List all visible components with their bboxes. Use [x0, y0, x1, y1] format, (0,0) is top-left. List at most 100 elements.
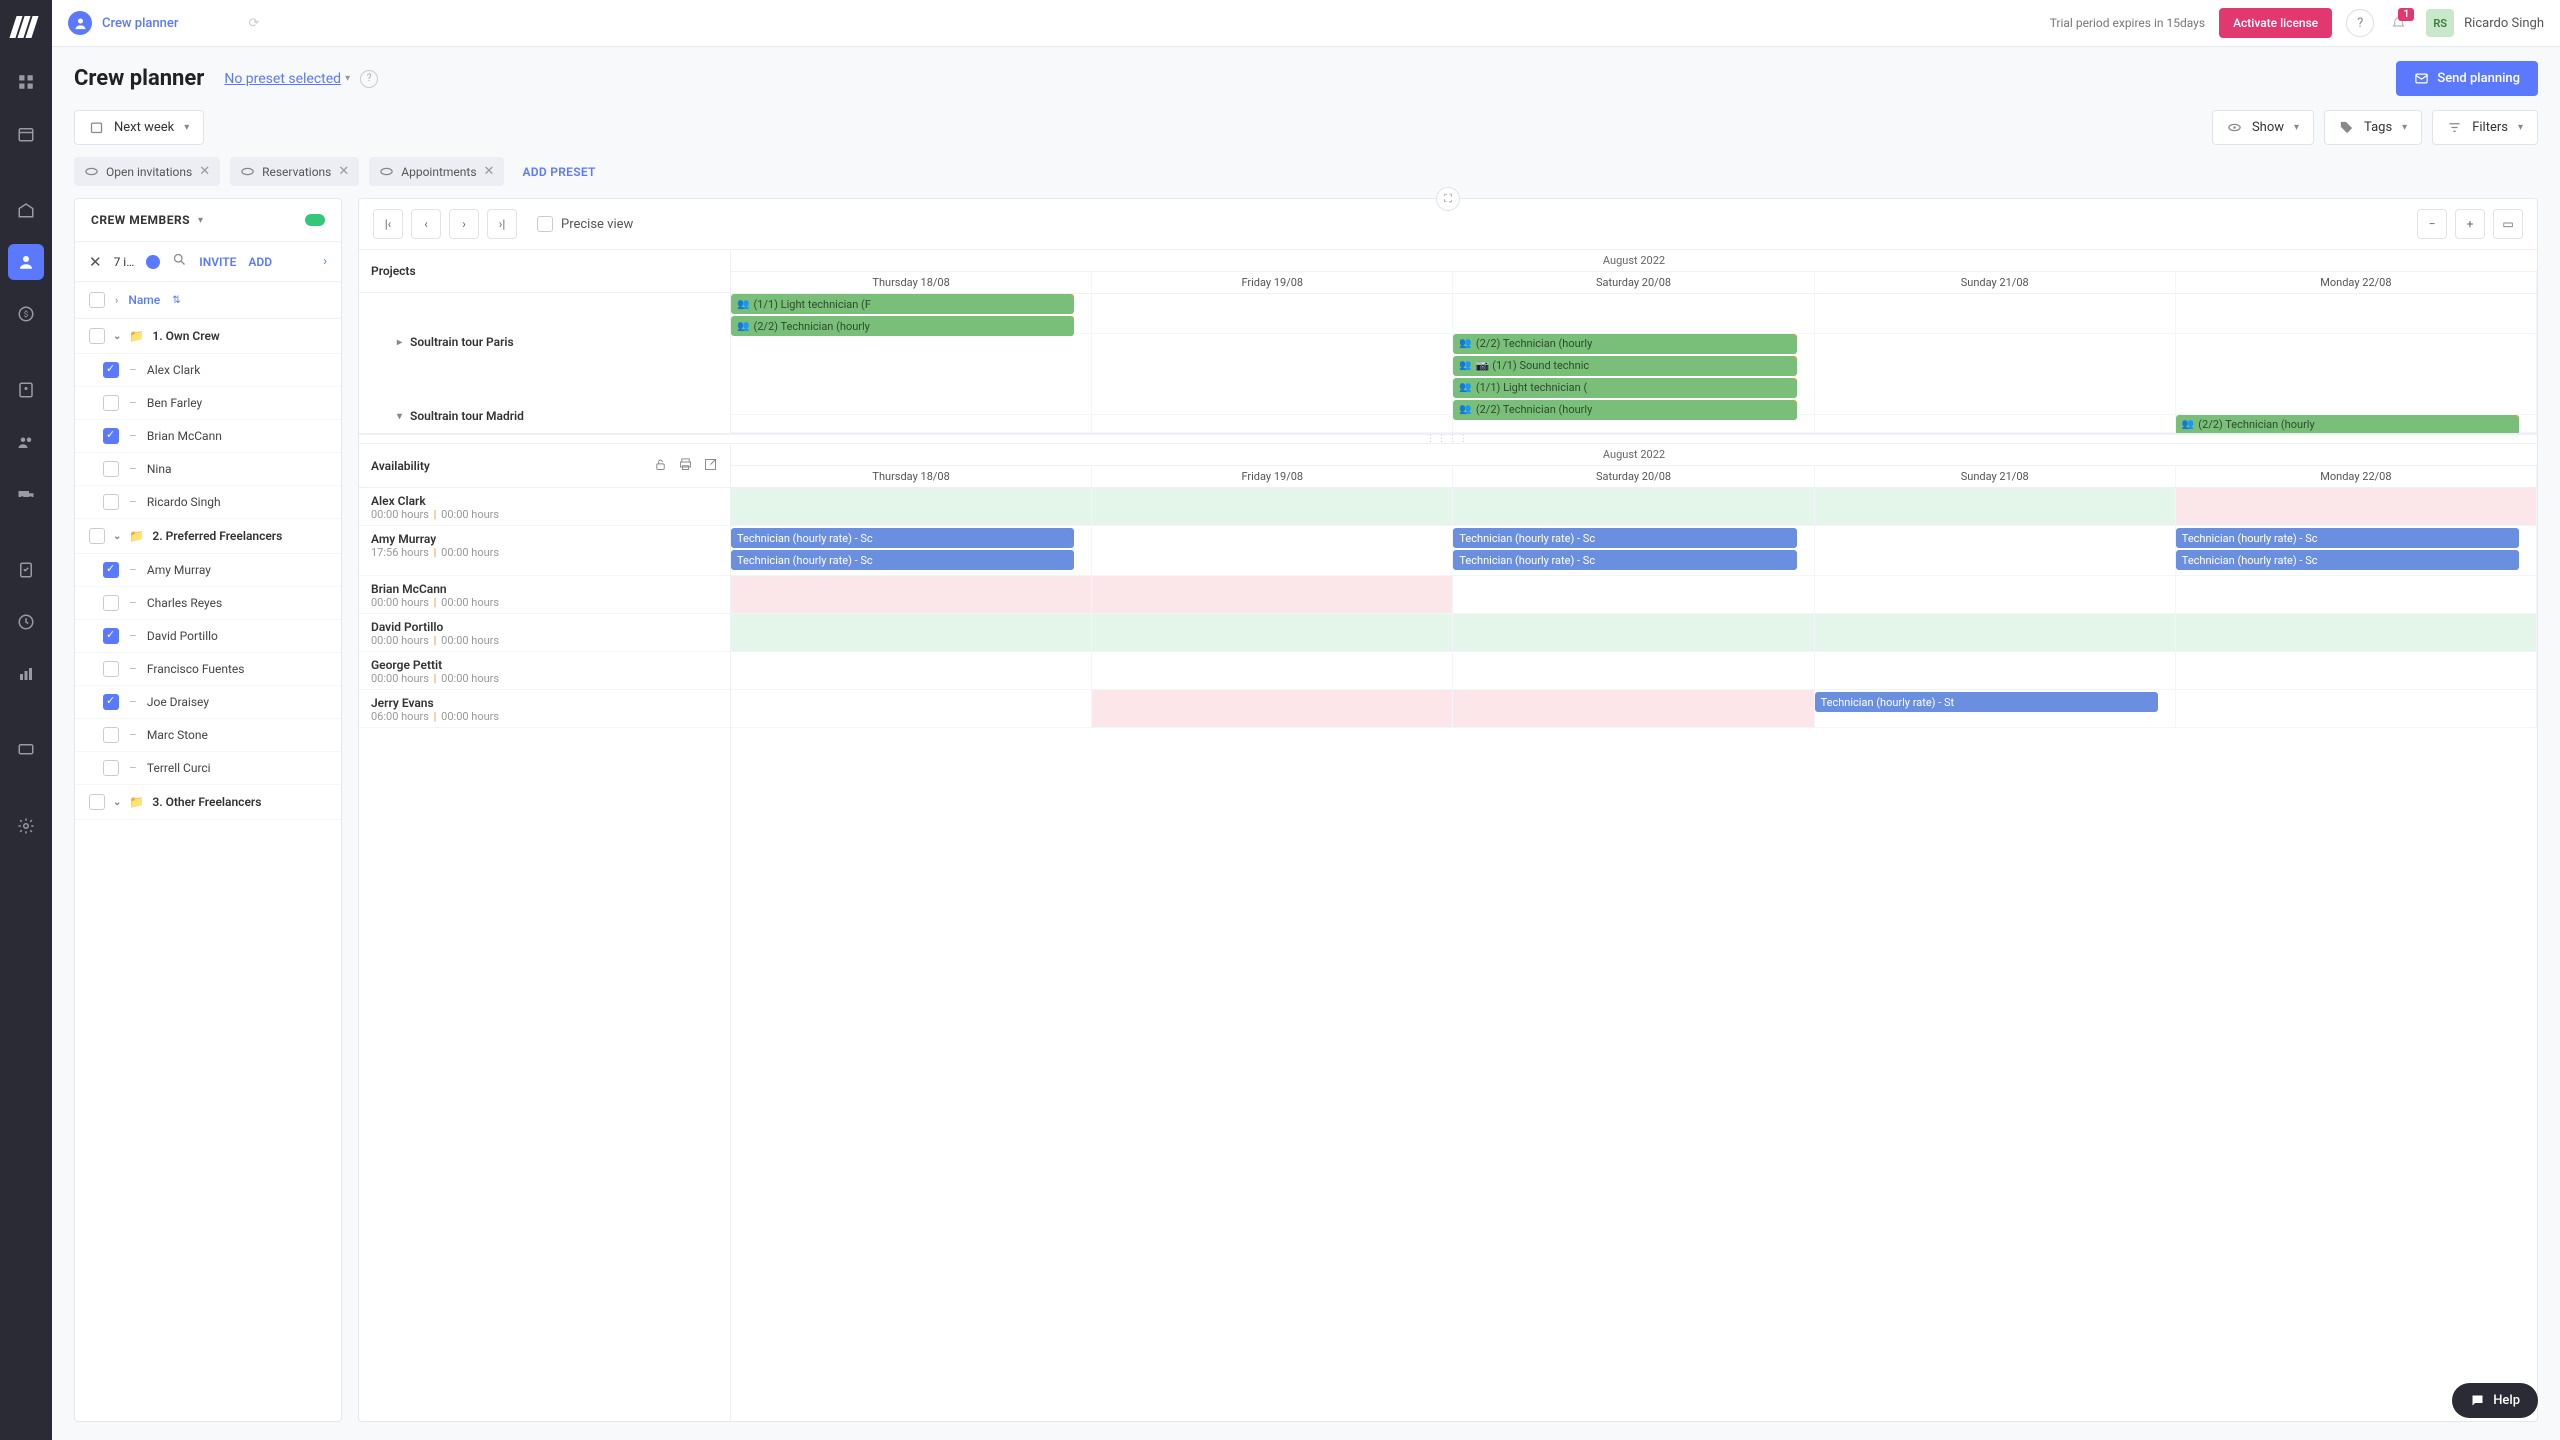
- precise-view-toggle[interactable]: Precise view: [537, 216, 633, 232]
- show-dropdown[interactable]: Show ▾: [2212, 110, 2314, 145]
- nav-finance-icon[interactable]: $: [8, 296, 44, 332]
- project-row[interactable]: ▾Soultrain tour Madrid: [359, 399, 730, 433]
- select-all-checkbox[interactable]: [89, 292, 105, 308]
- open-icon[interactable]: [703, 457, 718, 475]
- nav-contacts-icon[interactable]: [8, 372, 44, 408]
- collapse-icon[interactable]: ⌄: [113, 531, 121, 542]
- chip-reservations[interactable]: Reservations✕: [230, 157, 359, 186]
- crew-group[interactable]: ⌄📁2. Preferred Freelancers: [75, 519, 341, 554]
- availability-task[interactable]: Technician (hourly rate) - Sc: [2176, 550, 2519, 570]
- project-task[interactable]: 👥(1/1) Light technician (F: [731, 294, 1074, 314]
- member-checkbox[interactable]: [103, 395, 119, 411]
- print-icon[interactable]: [678, 457, 693, 475]
- project-task[interactable]: 👥(1/1) Light technician (: [1453, 378, 1796, 398]
- project-row[interactable]: ▸Soultrain tour Paris: [359, 325, 730, 359]
- nav-calendar-icon[interactable]: [8, 116, 44, 152]
- member-checkbox[interactable]: [103, 727, 119, 743]
- add-button[interactable]: ADD: [248, 255, 272, 269]
- member-checkbox[interactable]: [103, 595, 119, 611]
- fullscreen-button[interactable]: ⛶: [1436, 187, 1460, 211]
- nav-prev-button[interactable]: ‹: [411, 209, 441, 239]
- availability-task[interactable]: Technician (hourly rate) - Sc: [731, 550, 1074, 570]
- crew-member-row[interactable]: –Ben Farley: [75, 387, 341, 420]
- member-checkbox[interactable]: [103, 760, 119, 776]
- collapse-icon[interactable]: ⌄: [113, 331, 121, 342]
- nav-dashboard-icon[interactable]: [8, 64, 44, 100]
- chevron-right-icon[interactable]: ›: [323, 254, 327, 269]
- crew-member-row[interactable]: –Francisco Fuentes: [75, 653, 341, 686]
- member-checkbox[interactable]: [103, 461, 119, 477]
- search-icon[interactable]: [172, 252, 187, 271]
- project-task[interactable]: 👥(2/2) Technician (hourly: [1453, 334, 1796, 354]
- availability-task[interactable]: Technician (hourly rate) - Sc: [1453, 528, 1796, 548]
- collapse-icon[interactable]: ⌄: [113, 797, 121, 808]
- availability-task[interactable]: Technician (hourly rate) - Sc: [731, 528, 1074, 548]
- preset-help-icon[interactable]: ?: [360, 70, 378, 88]
- crew-member-row[interactable]: –Charles Reyes: [75, 587, 341, 620]
- close-icon[interactable]: ✕: [484, 164, 495, 179]
- availability-task[interactable]: Technician (hourly rate) - St: [1815, 692, 2158, 712]
- crew-group[interactable]: ⌄📁3. Other Freelancers: [75, 785, 341, 820]
- nav-crew-icon[interactable]: [8, 244, 44, 280]
- caret-down-icon[interactable]: ▾: [198, 215, 203, 226]
- help-icon[interactable]: ?: [2346, 9, 2374, 37]
- nav-settings-icon[interactable]: [8, 808, 44, 844]
- member-checkbox[interactable]: [103, 362, 119, 378]
- nav-reports-icon[interactable]: [8, 656, 44, 692]
- nav-warehouse-icon[interactable]: [8, 192, 44, 228]
- nav-people-icon[interactable]: [8, 424, 44, 460]
- crew-member-row[interactable]: –Alex Clark: [75, 354, 341, 387]
- project-task[interactable]: 👥(2/2) Technician (hourly: [2176, 415, 2519, 433]
- notifications-button[interactable]: 1: [2380, 16, 2416, 31]
- nav-first-button[interactable]: |‹: [373, 209, 403, 239]
- resize-handle[interactable]: ⋮⋮⋮⋮: [359, 434, 2537, 444]
- crew-member-row[interactable]: –Joe Draisey: [75, 686, 341, 719]
- group-checkbox[interactable]: [89, 528, 105, 544]
- precise-view-checkbox[interactable]: [537, 216, 553, 232]
- member-checkbox[interactable]: [103, 562, 119, 578]
- lock-icon[interactable]: [653, 457, 668, 475]
- zoom-fit-button[interactable]: ▭: [2493, 209, 2523, 239]
- crew-group[interactable]: ⌄📁1. Own Crew: [75, 319, 341, 354]
- user-avatar[interactable]: RS: [2426, 9, 2454, 37]
- clear-selection-button[interactable]: ✕: [89, 253, 102, 271]
- chip-appointments[interactable]: Appointments✕: [369, 157, 504, 186]
- tags-dropdown[interactable]: Tags ▾: [2324, 110, 2422, 145]
- chip-open-invitations[interactable]: Open invitations✕: [74, 157, 220, 186]
- help-fab[interactable]: Help: [2452, 1383, 2538, 1418]
- expand-icon[interactable]: ›: [115, 294, 118, 307]
- preset-selector[interactable]: No preset selected: [224, 71, 341, 87]
- member-checkbox[interactable]: [103, 628, 119, 644]
- nav-time-icon[interactable]: [8, 604, 44, 640]
- user-name[interactable]: Ricardo Singh: [2464, 16, 2544, 31]
- crew-member-row[interactable]: –Brian McCann: [75, 420, 341, 453]
- availability-task[interactable]: Technician (hourly rate) - Sc: [1453, 550, 1796, 570]
- member-checkbox[interactable]: [103, 661, 119, 677]
- close-icon[interactable]: ✕: [338, 164, 349, 179]
- member-checkbox[interactable]: [103, 428, 119, 444]
- nav-next-button[interactable]: ›: [449, 209, 479, 239]
- nav-tasks-icon[interactable]: [8, 552, 44, 588]
- project-task[interactable]: 👥📷 (1/1) Sound technic: [1453, 356, 1796, 376]
- nav-last-button[interactable]: ›|: [487, 209, 517, 239]
- crew-member-row[interactable]: –Terrell Curci: [75, 752, 341, 785]
- availability-task[interactable]: Technician (hourly rate) - Sc: [2176, 528, 2519, 548]
- group-checkbox[interactable]: [89, 328, 105, 344]
- member-checkbox[interactable]: [103, 694, 119, 710]
- clock-icon[interactable]: [146, 255, 160, 269]
- activate-license-button[interactable]: Activate license: [2219, 8, 2332, 38]
- nav-vehicles-icon[interactable]: [8, 476, 44, 512]
- close-icon[interactable]: ✕: [199, 164, 210, 179]
- crew-member-row[interactable]: –David Portillo: [75, 620, 341, 653]
- crew-member-row[interactable]: –Ricardo Singh: [75, 486, 341, 519]
- nav-messages-icon[interactable]: [8, 732, 44, 768]
- member-checkbox[interactable]: [103, 494, 119, 510]
- zoom-in-button[interactable]: +: [2455, 209, 2485, 239]
- tab-title[interactable]: Crew planner: [102, 16, 178, 31]
- crew-member-row[interactable]: –Amy Murray: [75, 554, 341, 587]
- filters-dropdown[interactable]: Filters ▾: [2432, 110, 2538, 145]
- send-planning-button[interactable]: Send planning: [2396, 61, 2538, 96]
- crew-member-row[interactable]: –Nina: [75, 453, 341, 486]
- zoom-out-button[interactable]: −: [2417, 209, 2447, 239]
- name-column-header[interactable]: Name: [128, 293, 160, 307]
